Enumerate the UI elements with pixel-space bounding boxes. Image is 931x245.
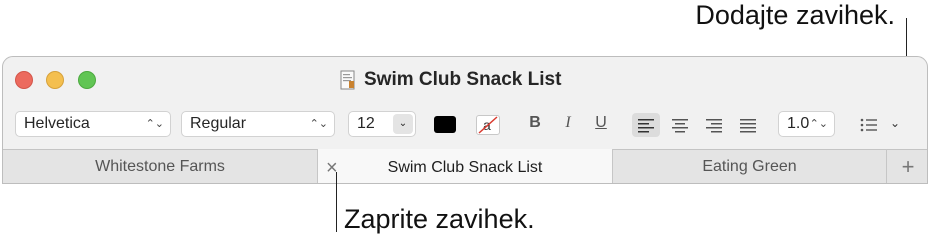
up-down-chevron-icon: ⌃⌄ — [309, 118, 328, 130]
tab-bar: Whitestone Farms × Swim Club Snack List … — [3, 149, 927, 183]
align-justify-icon — [740, 119, 756, 133]
add-tab-button[interactable]: + — [886, 149, 927, 183]
bold-button[interactable]: B — [524, 114, 546, 132]
tab-label: Whitestone Farms — [95, 158, 225, 175]
align-left-icon — [638, 119, 654, 133]
font-style-popup[interactable]: Regular ⌃⌄ — [181, 111, 335, 137]
close-tab-callout-line — [336, 172, 337, 232]
align-center-icon — [672, 119, 688, 133]
document-icon — [340, 70, 355, 90]
tab-whitestone-farms[interactable]: Whitestone Farms — [3, 149, 318, 183]
italic-button[interactable]: I — [557, 114, 579, 132]
window-title-text: Swim Club Snack List — [364, 69, 562, 90]
line-spacing-value: 1.0 — [787, 115, 810, 132]
tab-label: Eating Green — [702, 158, 797, 175]
align-justify-button[interactable] — [734, 113, 762, 137]
close-tab-callout: Zaprite zavihek. — [344, 204, 535, 234]
text-color-well[interactable] — [434, 116, 456, 133]
align-center-button[interactable] — [666, 113, 694, 137]
line-spacing-popup[interactable]: 1.0 ⌃⌄ — [778, 111, 835, 137]
tab-eating-green[interactable]: Eating Green — [612, 149, 886, 183]
add-tab-callout: Dodajte zavihek. — [695, 0, 895, 30]
strikethrough-a-icon: a — [478, 116, 498, 134]
underline-button[interactable]: U — [590, 114, 612, 132]
font-family-popup[interactable]: Helvetica ⌃⌄ — [15, 111, 171, 137]
minimize-window-button[interactable] — [46, 71, 64, 89]
align-right-button[interactable] — [700, 113, 728, 137]
font-size-combo[interactable]: 12 ⌄ — [348, 111, 416, 137]
bullet-list-icon — [860, 118, 877, 132]
window-title: Swim Club Snack List — [340, 68, 561, 92]
format-toolbar: Helvetica ⌃⌄ Regular ⌃⌄ 12 ⌄ a B I U — [3, 107, 927, 143]
close-window-button[interactable] — [15, 71, 33, 89]
list-bullets-button[interactable] — [857, 114, 881, 136]
tab-label: Swim Club Snack List — [387, 159, 543, 176]
font-style-value: Regular — [190, 115, 247, 132]
title-bar: Swim Club Snack List — [3, 57, 927, 103]
up-down-chevron-icon: ⌃⌄ — [145, 118, 164, 130]
align-right-icon — [706, 119, 722, 133]
align-left-button[interactable] — [632, 113, 660, 137]
tab-swim-club-snack-list[interactable]: × Swim Club Snack List — [318, 149, 612, 183]
font-family-value: Helvetica — [24, 115, 90, 132]
font-size-value: 12 — [357, 115, 375, 132]
up-down-chevron-icon: ⌃⌄ — [809, 118, 828, 130]
highlight-color-button[interactable]: a — [476, 115, 500, 135]
chevron-down-icon[interactable]: ⌄ — [890, 116, 900, 130]
zoom-window-button[interactable] — [78, 71, 96, 89]
plus-icon: + — [901, 154, 915, 179]
textedit-window: Swim Club Snack List Helvetica ⌃⌄ Regula… — [2, 56, 928, 184]
chevron-down-icon[interactable]: ⌄ — [393, 114, 413, 134]
